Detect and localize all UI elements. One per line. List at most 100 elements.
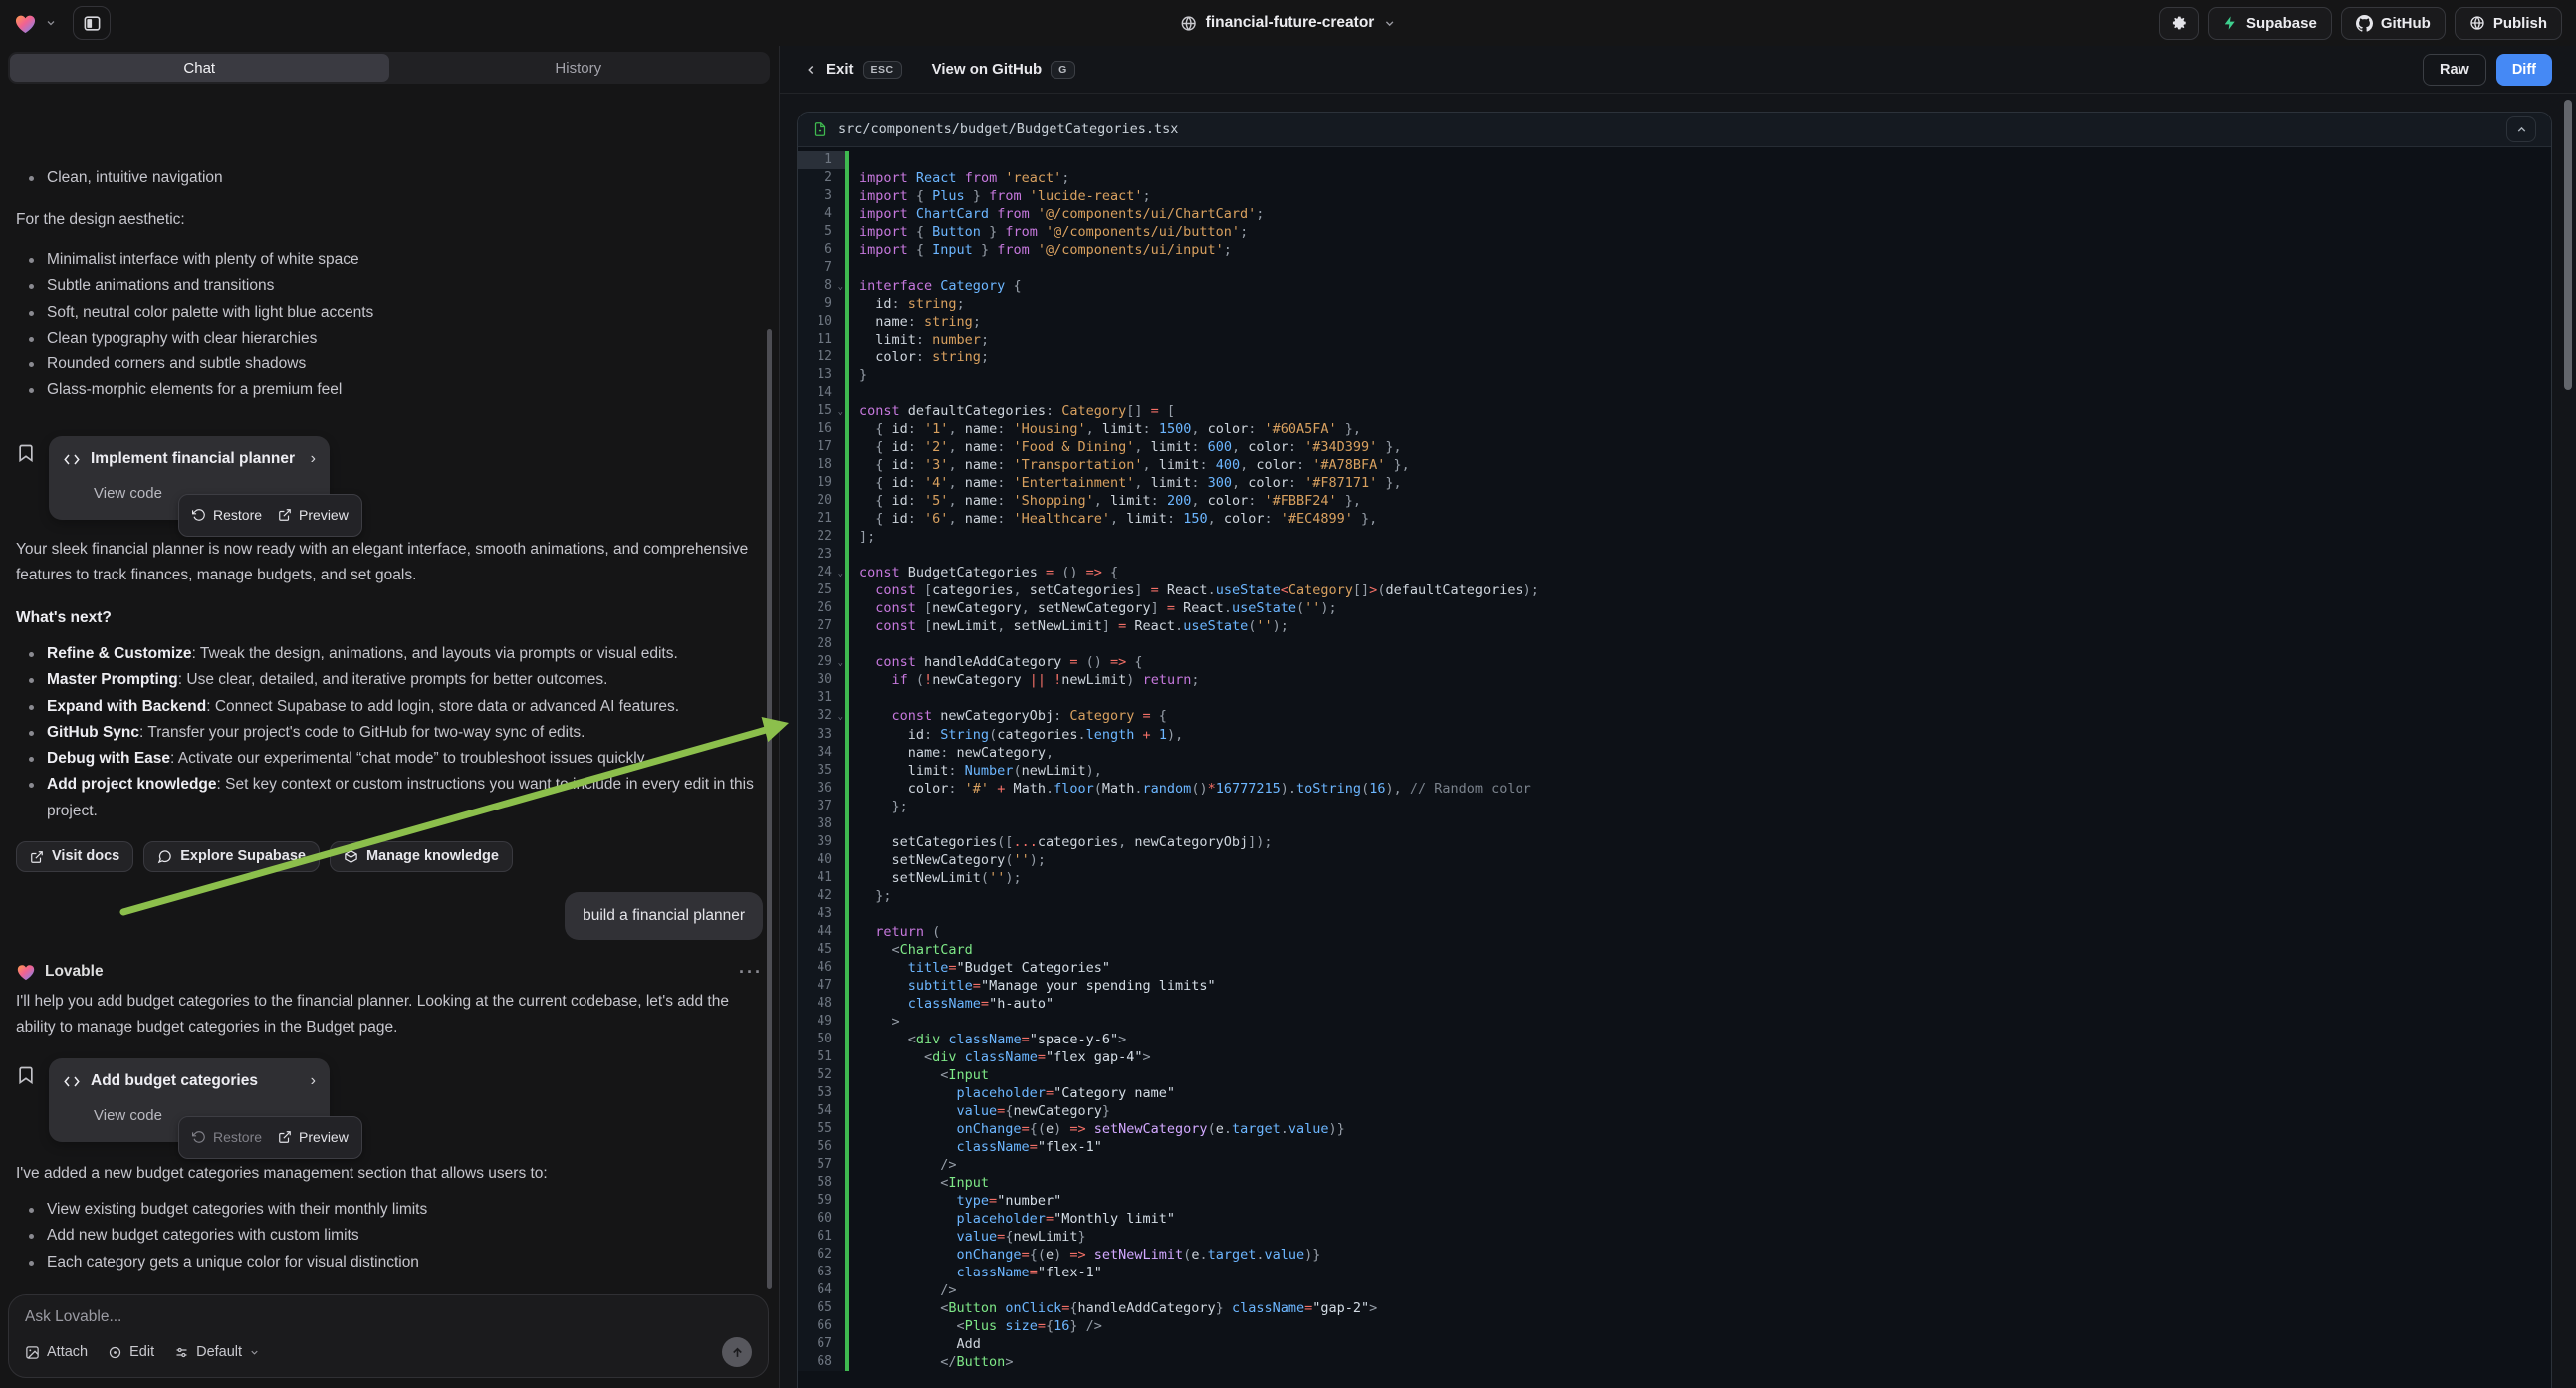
preview-button[interactable]: Preview (278, 502, 349, 528)
send-button[interactable] (722, 1337, 752, 1367)
tab-history[interactable]: History (389, 54, 769, 82)
list-item: Clean, intuitive navigation (16, 165, 763, 191)
code-line: 56 className="flex-1" (798, 1138, 2551, 1156)
list-item: Add project knowledge: Set key context o… (16, 772, 763, 824)
code-line: 38 (798, 815, 2551, 833)
fold-chevron-icon[interactable]: ⌄ (838, 403, 843, 421)
code-line: 41 setNewLimit(''); (798, 869, 2551, 887)
line-number: 3 (798, 187, 845, 205)
project-switcher[interactable]: financial-future-creator (1180, 0, 1397, 46)
tool-card-add-budget-categories[interactable]: Add budget categories › View code Restor… (49, 1058, 330, 1142)
fold-chevron-icon[interactable]: ⌄ (838, 565, 843, 582)
explore-supabase-button[interactable]: Explore Supabase (143, 841, 320, 872)
code-text: const newCategoryObj: Category = { (849, 707, 1167, 725)
file-added-icon (813, 121, 827, 137)
settings-button[interactable] (2159, 7, 2199, 40)
code-text: ]; (849, 528, 875, 546)
raw-button[interactable]: Raw (2423, 54, 2486, 86)
line-number: 24⌄ (798, 564, 845, 581)
publish-button[interactable]: Publish (2455, 7, 2562, 40)
line-number: 57 (798, 1156, 845, 1174)
restore-button[interactable]: Restore (192, 502, 262, 528)
supabase-button[interactable]: Supabase (2208, 7, 2332, 40)
code-brackets-icon (63, 1074, 81, 1089)
attach-button[interactable]: Attach (25, 1344, 88, 1360)
code-line: 29⌄ const handleAddCategory = () => { (798, 653, 2551, 671)
restore-button[interactable]: Restore (192, 1124, 262, 1150)
code-line: 52 <Input (798, 1066, 2551, 1084)
code-text: onChange={(e) => setNewCategory(e.target… (849, 1120, 1345, 1138)
restore-preview-pill: Restore Preview (178, 494, 362, 536)
code-line: 4import ChartCard from '@/components/ui/… (798, 205, 2551, 223)
line-number: 15⌄ (798, 402, 845, 420)
diff-button[interactable]: Diff (2496, 54, 2552, 86)
line-number: 63 (798, 1264, 845, 1281)
manage-knowledge-button[interactable]: Manage knowledge (330, 841, 513, 872)
tool-card-title: Implement financial planner (91, 446, 301, 472)
line-number: 10 (798, 313, 845, 331)
bookmark-icon[interactable] (16, 1065, 36, 1085)
github-octocat-icon (2356, 15, 2373, 32)
line-number: 54 (798, 1102, 845, 1120)
code-line: 13} (798, 366, 2551, 384)
line-number: 32⌄ (798, 707, 845, 725)
composer-input[interactable]: Ask Lovable... (25, 1308, 752, 1326)
code-toolbar: Exit ESC View on GitHub G Raw Diff (780, 46, 2576, 94)
code-text: import React from 'react'; (849, 169, 1069, 187)
mode-select[interactable]: Default (174, 1344, 260, 1360)
line-number: 13 (798, 366, 845, 384)
code-text: color: string; (849, 348, 989, 366)
code-text: limit: number; (849, 331, 989, 348)
preview-button[interactable]: Preview (278, 1124, 349, 1150)
code-text: const [newLimit, setNewLimit] = React.us… (849, 617, 1288, 635)
line-number: 68 (798, 1353, 845, 1371)
line-number: 65 (798, 1299, 845, 1317)
added-bullets-list: View existing budget categories with the… (16, 1197, 763, 1275)
code-line: 53 placeholder="Category name" (798, 1084, 2551, 1102)
code-text: /> (849, 1281, 957, 1299)
code-line: 55 onChange={(e) => setNewCategory(e.tar… (798, 1120, 2551, 1138)
code-text: className="h-auto" (849, 995, 1054, 1013)
more-options-icon[interactable]: ··· (739, 959, 763, 985)
gear-icon (2170, 14, 2188, 32)
code-line: 10 name: string; (798, 313, 2551, 331)
line-number: 17 (798, 438, 845, 456)
code-text: const BudgetCategories = () => { (849, 564, 1118, 581)
code-text: id: String(categories.length + 1), (849, 726, 1183, 744)
code-text: import { Plus } from 'lucide-react'; (849, 187, 1151, 205)
exit-button[interactable]: Exit ESC (804, 61, 902, 79)
sidebar-toggle-button[interactable] (73, 6, 111, 40)
file-header[interactable]: src/components/budget/BudgetCategories.t… (798, 113, 2551, 147)
code-line: 59 type="number" (798, 1192, 2551, 1210)
fold-chevron-icon[interactable]: ⌄ (838, 278, 843, 296)
code-line: 22]; (798, 528, 2551, 546)
fold-chevron-icon[interactable]: ⌄ (838, 708, 843, 726)
fold-chevron-icon[interactable]: ⌄ (838, 654, 843, 672)
code-line: 16 { id: '1', name: 'Housing', limit: 15… (798, 420, 2551, 438)
collapse-file-button[interactable] (2506, 116, 2536, 142)
code-line: 26 const [newCategory, setNewCategory] =… (798, 599, 2551, 617)
code-line: 21 { id: '6', name: 'Healthcare', limit:… (798, 510, 2551, 528)
code-line: 23 (798, 546, 2551, 564)
view-on-github-button[interactable]: View on GitHub G (932, 61, 1075, 79)
bookmark-icon[interactable] (16, 443, 36, 463)
list-item: Add new budget categories with custom li… (16, 1223, 763, 1249)
code-line: 30 if (!newCategory || !newLimit) return… (798, 671, 2551, 689)
chat-scrollbar-thumb[interactable] (767, 329, 772, 1289)
github-button[interactable]: GitHub (2341, 7, 2446, 40)
logo-chevron-down-icon[interactable] (45, 17, 57, 29)
line-number: 2 (798, 169, 845, 187)
lovable-logo-heart-icon[interactable] (14, 13, 37, 34)
tab-chat[interactable]: Chat (10, 54, 389, 82)
edit-button[interactable]: Edit (108, 1344, 154, 1360)
line-number: 41 (798, 869, 845, 887)
visit-docs-button[interactable]: Visit docs (16, 841, 133, 872)
code-line: 47 subtitle="Manage your spending limits… (798, 977, 2551, 995)
code-panel: Exit ESC View on GitHub G Raw Diff src/c… (780, 46, 2576, 1388)
code-scrollbar-thumb[interactable] (2564, 100, 2572, 390)
code-line: 62 onChange={(e) => setNewLimit(e.target… (798, 1246, 2551, 1264)
line-number: 18 (798, 456, 845, 474)
composer[interactable]: Ask Lovable... Attach Edit Default (8, 1294, 769, 1378)
tool-card-implement-financial-planner[interactable]: Implement financial planner › View code … (49, 436, 330, 520)
code-line: 24⌄const BudgetCategories = () => { (798, 564, 2551, 581)
